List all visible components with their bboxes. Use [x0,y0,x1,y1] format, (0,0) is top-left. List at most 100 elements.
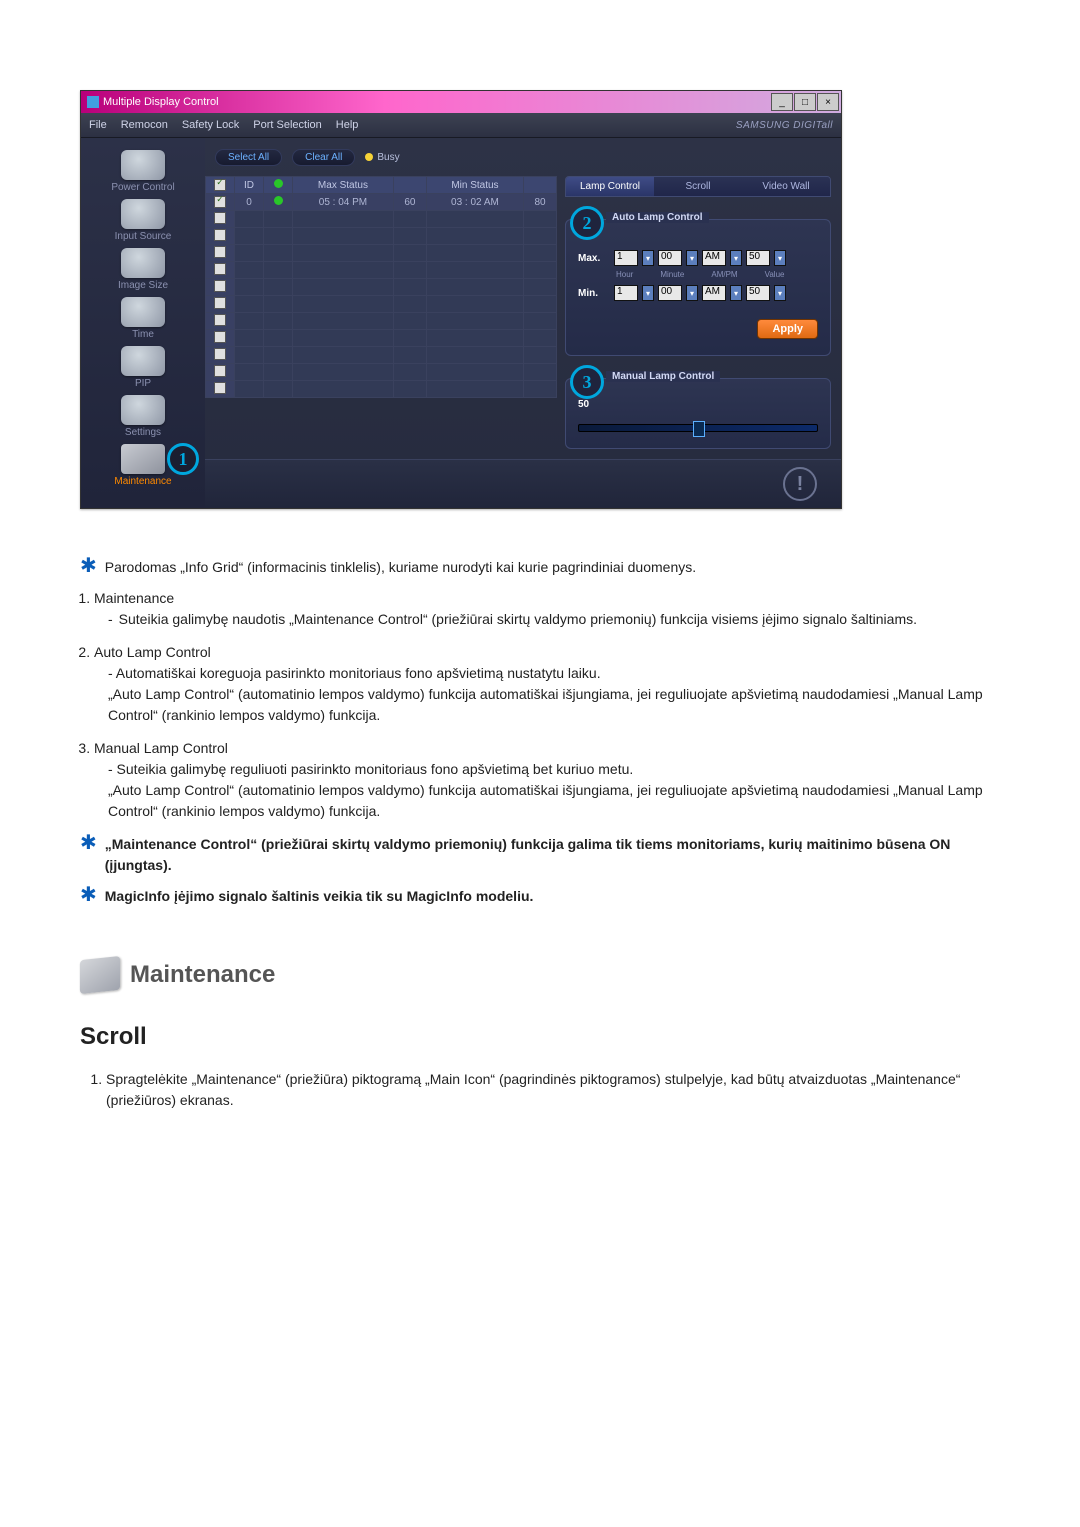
select-all-button[interactable]: Select All [215,149,282,166]
menu-bar: File Remocon Safety Lock Port Selection … [81,113,841,138]
table-row[interactable] [206,330,557,347]
menu-remocon[interactable]: Remocon [121,119,168,131]
item-title: Manual Lamp Control [94,740,228,756]
row-checkbox[interactable] [214,382,226,394]
input-source-icon [121,199,165,229]
maximize-button[interactable]: □ [794,93,816,111]
col-labels: Hour Minute AM/PM Value [616,270,818,279]
sidebar-item-pip[interactable]: PIP [81,346,205,389]
settings-icon [121,395,165,425]
menu-safety-lock[interactable]: Safety Lock [182,119,239,131]
pip-icon [121,346,165,376]
max-val-field[interactable]: 50 [746,250,770,266]
star-icon: ✱ [80,557,97,578]
col-id: ID [235,177,264,194]
minimize-button[interactable]: _ [771,93,793,111]
row-checkbox[interactable] [214,280,226,292]
manual-lamp-slider[interactable] [578,424,818,432]
max-ampm-field[interactable]: AM [702,250,726,266]
row-checkbox[interactable] [214,229,226,241]
sidebar-item-label: Settings [125,427,161,438]
manual-lamp-panel: 3 Manual Lamp Control 50 [565,378,831,449]
dropdown-icon[interactable]: ▾ [774,250,786,266]
dropdown-icon[interactable]: ▾ [730,285,742,301]
row-checkbox[interactable] [214,331,226,343]
table-row[interactable] [206,347,557,364]
sidebar-item-label: Maintenance [114,476,171,487]
sidebar-item-image-size[interactable]: Image Size [81,248,205,291]
sidebar-item-power-control[interactable]: Power Control [81,150,205,193]
tab-video-wall[interactable]: Video Wall [742,177,830,196]
sidebar-item-settings[interactable]: Settings [81,395,205,438]
cell-max-time: 05 : 04 PM [293,194,394,211]
dropdown-icon[interactable]: ▾ [642,250,654,266]
info-grid-panel: ID Max Status Min Status [205,176,557,449]
item-title: Maintenance [94,590,174,606]
clear-all-button[interactable]: Clear All [292,149,355,166]
min-val-field[interactable]: 50 [746,285,770,301]
max-min-field[interactable]: 00 [658,250,682,266]
table-row[interactable] [206,381,557,398]
tab-scroll[interactable]: Scroll [654,177,742,196]
sidebar-item-input-source[interactable]: Input Source [81,199,205,242]
item-desc: - Automatiškai koreguoja pasirinkto moni… [108,663,1000,684]
min-label: Min. [578,288,610,299]
brand-logo: SAMSUNG DIGITall [736,120,833,131]
dropdown-icon[interactable]: ▾ [642,285,654,301]
menu-port-selection[interactable]: Port Selection [253,119,321,131]
close-button[interactable]: × [817,93,839,111]
row-checkbox[interactable] [214,365,226,377]
manual-lamp-legend: Manual Lamp Control [606,371,720,382]
table-row[interactable] [206,279,557,296]
min-ampm-field[interactable]: AM [702,285,726,301]
table-row[interactable] [206,211,557,228]
callout-3-icon: 3 [570,365,604,399]
auto-lamp-min-row: Min. 1▾ 00▾ AM▾ 50▾ [578,285,818,301]
dropdown-icon[interactable]: ▾ [686,285,698,301]
sidebar-item-label: Time [132,329,154,340]
status-dot-icon [274,196,283,205]
dropdown-icon[interactable]: ▾ [774,285,786,301]
table-row[interactable] [206,228,557,245]
table-row[interactable] [206,262,557,279]
item-desc: - Suteikia galimybę reguliuoti pasirinkt… [108,759,1000,780]
table-row[interactable] [206,296,557,313]
table-row[interactable]: 0 05 : 04 PM 60 03 : 02 AM 80 [206,194,557,211]
window-title: Multiple Display Control [103,96,219,108]
row-checkbox[interactable] [214,348,226,360]
row-checkbox[interactable] [214,314,226,326]
tab-lamp-control[interactable]: Lamp Control [566,177,654,196]
row-checkbox[interactable] [214,212,226,224]
note-line-bold: ✱ MagicInfo įėjimo signalo šaltinis veik… [80,886,1000,907]
min-min-field[interactable]: 00 [658,285,682,301]
right-panel: Lamp Control Scroll Video Wall 2 Auto La… [565,176,831,449]
table-row[interactable] [206,313,557,330]
cell-id: 0 [235,194,264,211]
row-checkbox[interactable] [214,263,226,275]
auto-lamp-max-row: Max. 1▾ 00▾ AM▾ 50▾ [578,250,818,266]
sidebar-item-label: Image Size [118,280,168,291]
table-row[interactable] [206,364,557,381]
slider-thumb-icon[interactable] [693,421,705,437]
max-hour-field[interactable]: 1 [614,250,638,266]
item-title: Auto Lamp Control [94,644,211,660]
col-check[interactable] [206,177,235,194]
main-area: Select All Clear All Busy ID [205,138,841,508]
menu-help[interactable]: Help [336,119,359,131]
item-desc: „Auto Lamp Control“ (automatinio lempos … [108,780,1000,822]
sidebar-item-maintenance[interactable]: 1 Maintenance [81,444,205,487]
dropdown-icon[interactable]: ▾ [730,250,742,266]
subheading: Scroll [80,1019,1000,1055]
apply-button[interactable]: Apply [757,319,818,339]
menu-file[interactable]: File [89,119,107,131]
sidebar-item-time[interactable]: Time [81,297,205,340]
right-panel-tabs: Lamp Control Scroll Video Wall [565,176,831,197]
callout-2-icon: 2 [570,206,604,240]
table-row[interactable] [206,245,557,262]
min-hour-field[interactable]: 1 [614,285,638,301]
dropdown-icon[interactable]: ▾ [686,250,698,266]
row-checkbox[interactable] [214,246,226,258]
col-min-status: Min Status [426,177,523,194]
row-checkbox[interactable] [214,297,226,309]
row-checkbox[interactable] [214,196,226,208]
